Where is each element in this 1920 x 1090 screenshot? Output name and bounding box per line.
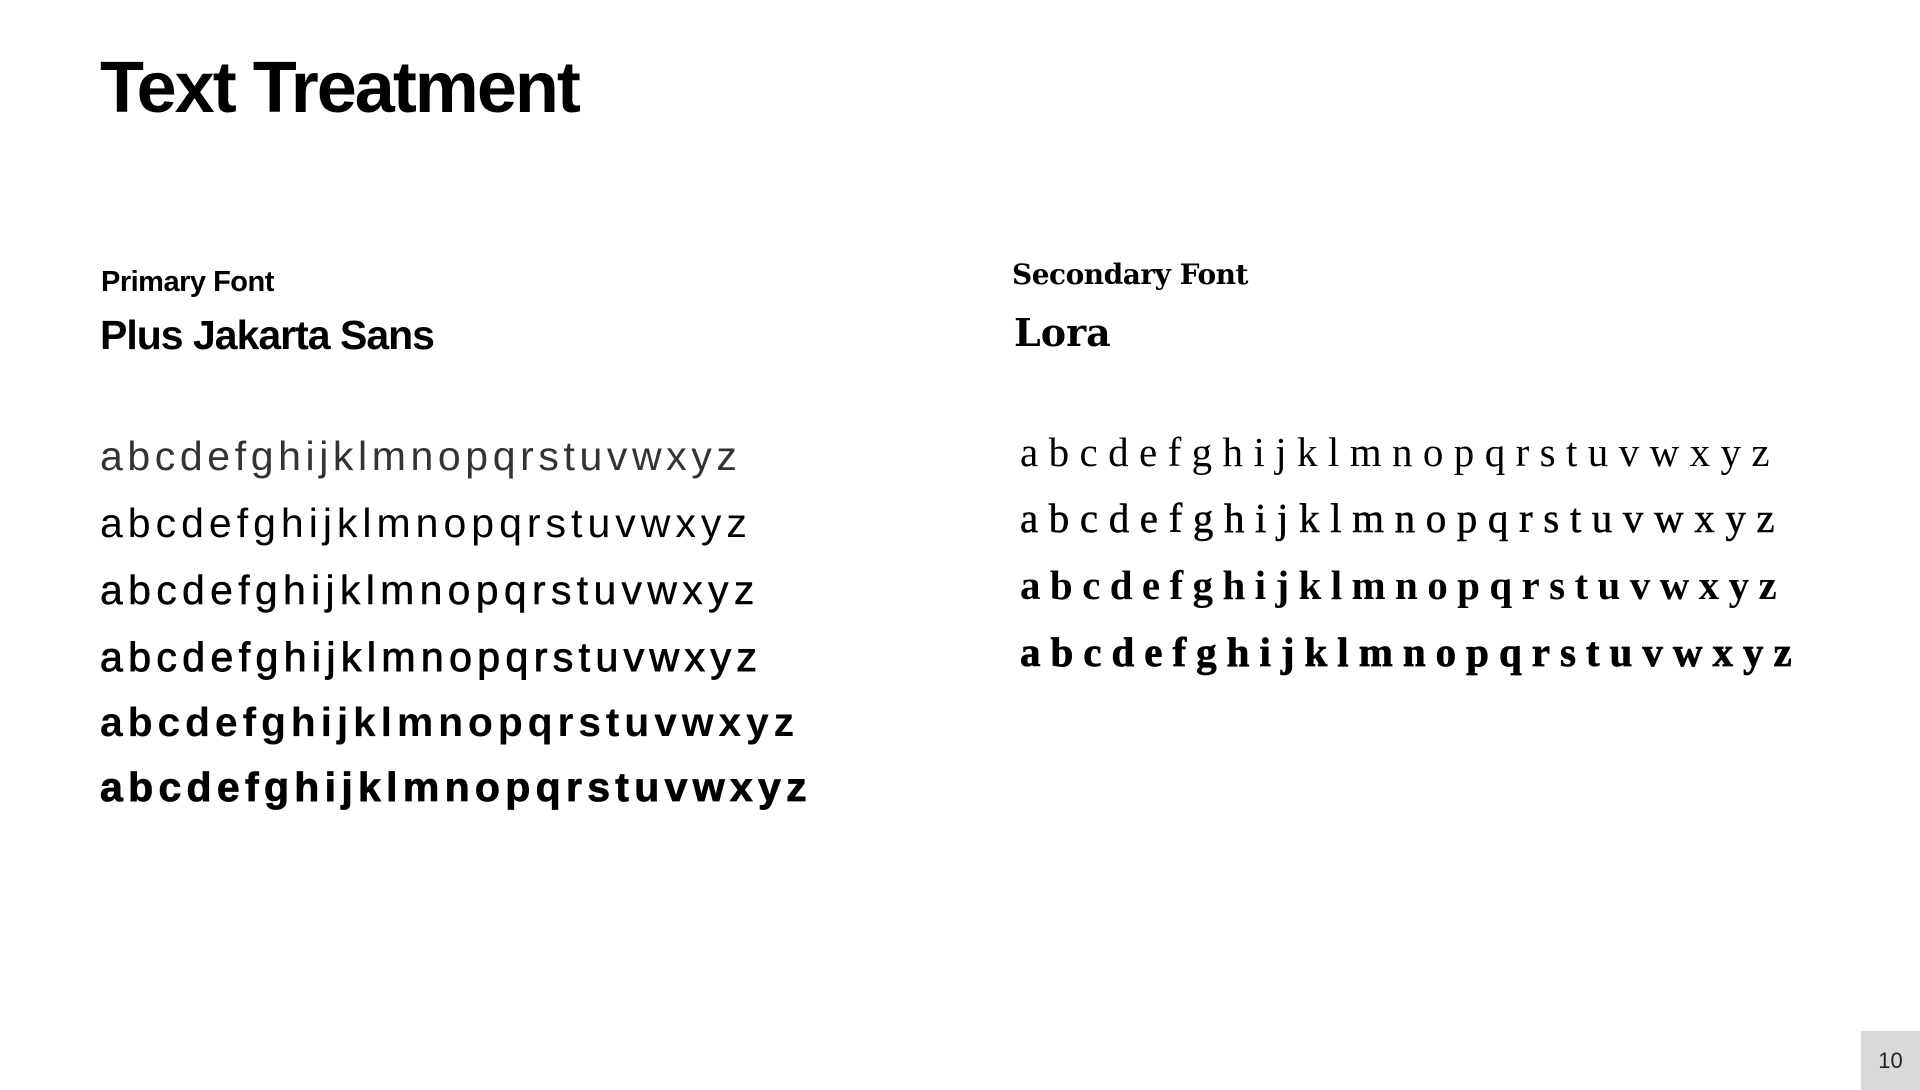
page-title: Text Treatment [100, 48, 581, 128]
secondary-sample-medium: abcdefghijklmnopqrstuvwxyz [1020, 495, 1786, 541]
primary-sample-light: abcdefghijklmnopqrstuvwxyz [100, 433, 742, 479]
primary-sample-bold: abcdefghijklmnopqrstuvwxyz [100, 699, 799, 745]
primary-sample-medium: abcdefghijklmnopqrstuvwxyz [100, 567, 760, 613]
secondary-sample-semibold: abcdefghijklmnopqrstuvwxyz [1020, 562, 1787, 608]
primary-sample-extrabold: abcdefghijklmnopqrstuvwxyz [100, 764, 812, 810]
primary-sample-semibold: abcdefghijklmnopqrstuvwxyz [100, 634, 763, 680]
primary-font-name: Plus Jakarta Sans [100, 312, 435, 358]
secondary-font-name: Lora [1014, 310, 1111, 355]
primary-font-label: Primary Font [101, 266, 274, 298]
page-number: 10 [1861, 1031, 1920, 1090]
secondary-font-label: Secondary Font [1012, 258, 1248, 291]
secondary-sample-bold: abcdefghijklmnopqrstuvwxyz [1020, 629, 1802, 675]
primary-sample-regular: abcdefghijklmnopqrstuvwxyz [100, 500, 752, 546]
secondary-sample-regular: abcdefghijklmnopqrstuvwxyz [1020, 429, 1781, 475]
